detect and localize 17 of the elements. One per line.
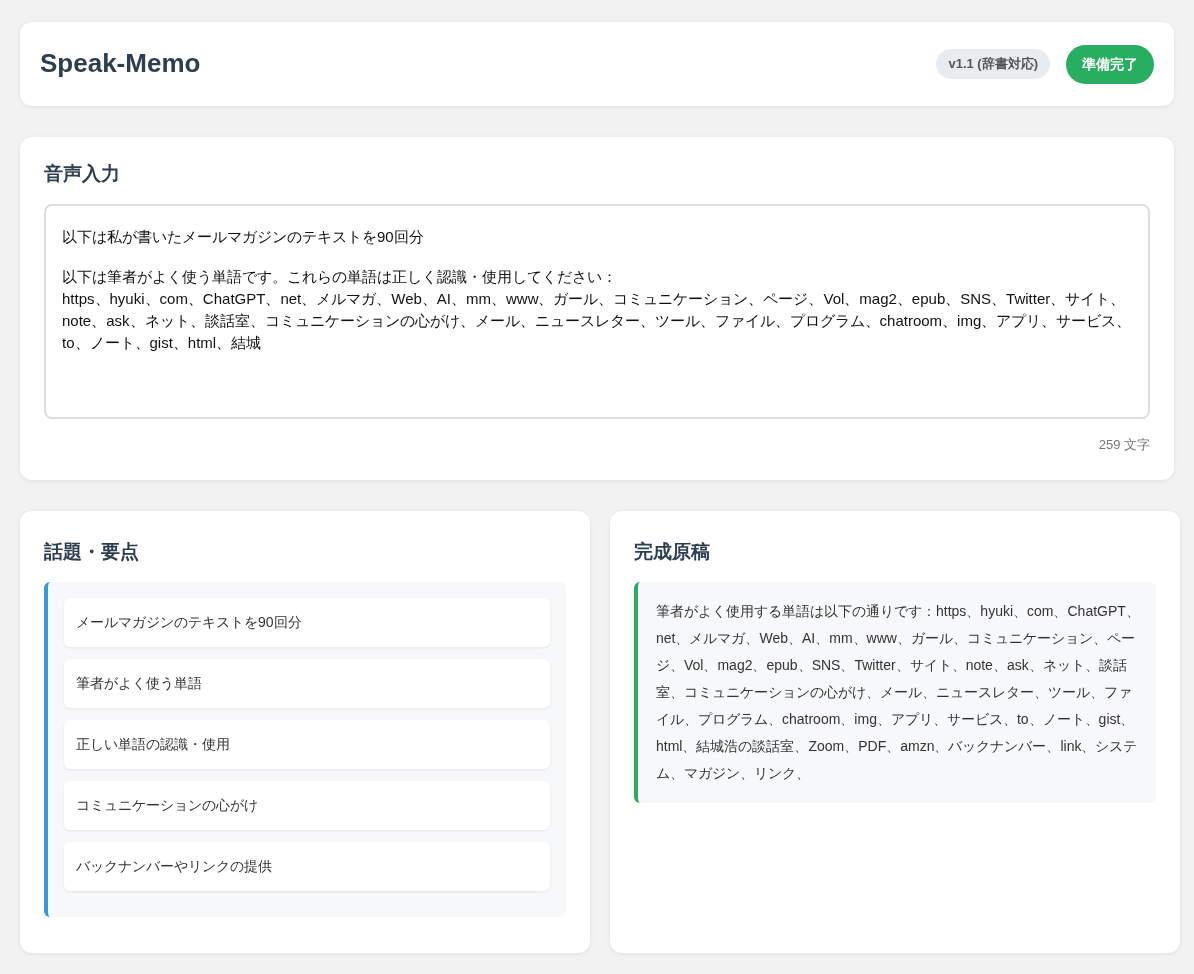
voice-input-field[interactable] [44, 203, 1150, 419]
status-button[interactable]: 準備完了 [1066, 44, 1154, 84]
input-text-line: 以下は筆者がよく使う単語です。これらの単語は正しく認識・使用してください： [62, 266, 618, 287]
input-text-line: https、hyuki、com、ChatGPT、net、メルマガ、Web、AI、mm、www、ガール、コミュニケーション、ページ、Vol、mag2、epub、SNS、Twitter、サイト、note、ask、ネット、談話室、コミュニケーションの心がけ、メール、ニュースレター、ツール、ファイル、プログラム、chatroom、img、アプリ、サービス、to、ノート、gist、html、結城 [62, 288, 1132, 353]
app-title: Speak-Memo [40, 48, 201, 80]
input-text-line: 以下は私が書いたメールマガジンのテキストを90回分 [62, 226, 425, 247]
topic-item: 正しい単語の認識・使用 [64, 720, 550, 770]
topic-item: メールマガジンのテキストを90回分 [64, 598, 550, 648]
character-count: 259 文字 [1097, 435, 1150, 454]
version-badge: v1.1 (辞書対応) [936, 49, 1050, 79]
topic-item: コミュニケーションの心がけ [64, 781, 550, 831]
section-heading: 音声入力 [44, 163, 121, 186]
topic-item: 筆者がよく使う単語 [64, 659, 550, 709]
section-heading: 完成原稿 [634, 541, 711, 565]
topic-item: バックナンバーやリンクの提供 [64, 842, 550, 892]
manuscript-text: 筆者がよく使用する単語は以下の通りです：https、hyuki、com、ChatGPT、net、メルマガ、Web、AI、mm、www、ガール、コミュニケーション、ページ、Vol、mag2、epub、SNS、Twitter、サイト、note、ask、ネット、談話室、コミュニケーションの心がけ、メール、ニュースレター、ツール、ファイル、プログラム、chatroom、img、アプリ、サービス、to、ノート、gist、html、結城浩の談話室、Zoom、PDF、amzn、バックナンバー、link、システム、マガジン、リンク、 [634, 582, 1156, 804]
section-heading: 話題・要点 [44, 541, 140, 565]
